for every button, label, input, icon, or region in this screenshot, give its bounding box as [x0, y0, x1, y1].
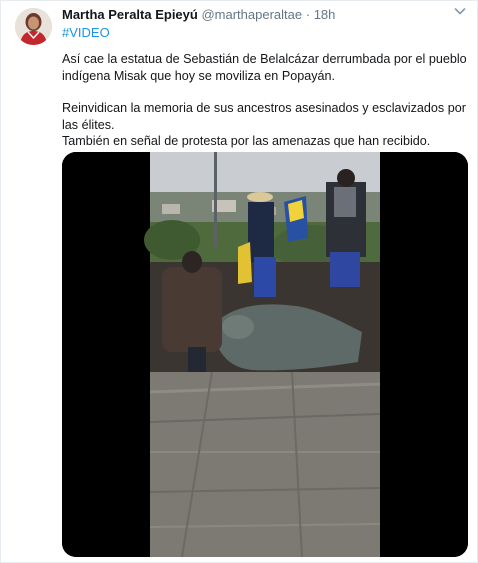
video-frame [62, 152, 468, 557]
author-name[interactable]: Martha Peralta Epieyú [62, 7, 198, 22]
tweet-timestamp[interactable]: 18h [314, 7, 336, 22]
tweet-card[interactable]: Martha Peralta Epieyú @marthaperaltae · … [0, 0, 478, 563]
tweet-header: Martha Peralta Epieyú @marthaperaltae · … [62, 6, 447, 23]
hashtag-link[interactable]: #VIDEO [62, 24, 110, 41]
avatar[interactable] [15, 8, 52, 45]
tweet-paragraph: También en señal de protesta por las ame… [62, 134, 431, 148]
video-player[interactable] [62, 152, 468, 557]
tweet-text: Así cae la estatua de Sebastián de Belal… [62, 51, 467, 150]
tweet-paragraph: Así cae la estatua de Sebastián de Belal… [62, 52, 467, 83]
tweet-paragraph: Reinvidican la memoria de sus ancestros … [62, 101, 466, 132]
separator-dot: · [305, 7, 311, 22]
chevron-down-icon[interactable] [453, 4, 467, 18]
author-handle[interactable]: @marthaperaltae [201, 7, 302, 22]
avatar-image [15, 8, 52, 45]
